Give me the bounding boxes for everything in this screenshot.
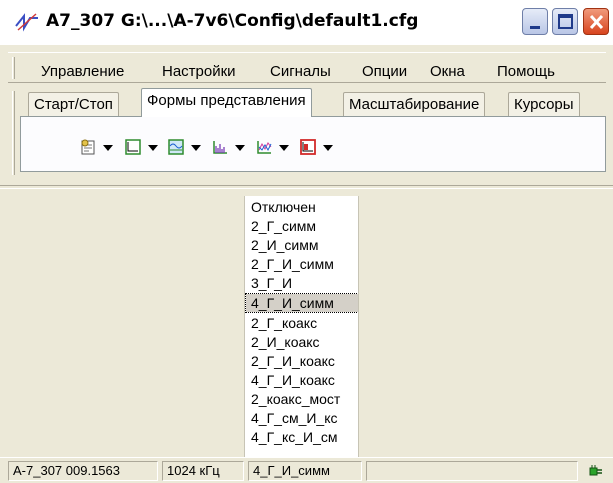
list-item[interactable]: 2_коакс_мост — [249, 390, 342, 408]
list-item[interactable]: 2_И_коакс — [249, 333, 322, 351]
toolbar-grip[interactable] — [12, 91, 15, 175]
chevron-down-icon[interactable] — [148, 145, 158, 151]
menu-signaly[interactable]: Сигналы — [270, 63, 331, 80]
list-item[interactable]: 2_Г_симм — [249, 217, 318, 235]
chevron-down-icon[interactable] — [279, 145, 289, 151]
list-item[interactable]: 4_Г_И_коакс — [249, 371, 337, 389]
list-item[interactable]: 3_Г_И — [249, 274, 294, 292]
list-item[interactable]: 2_Г_И_коакс — [249, 352, 337, 370]
list-item[interactable]: Отключен — [249, 198, 318, 216]
status-empty — [366, 461, 578, 481]
tab-formy-predstavleniya[interactable]: Формы представления — [141, 88, 312, 117]
tab-start-stop[interactable]: Старт/Стоп — [28, 92, 119, 116]
minimize-icon — [530, 26, 540, 29]
settings-page-icon — [81, 139, 95, 155]
tab-kursory[interactable]: Курсоры — [508, 92, 580, 116]
status-bar: A-7_307 009.1563 1024 кГц 4_Г_И_симм — [0, 457, 613, 483]
minimize-button[interactable] — [522, 8, 548, 35]
status-device: A-7_307 009.1563 — [8, 461, 158, 481]
menu-pomoshch[interactable]: Помощь — [497, 63, 555, 80]
toolbar-separator — [0, 185, 613, 189]
menubar-grip[interactable] — [12, 57, 15, 79]
close-button[interactable] — [583, 8, 609, 35]
chevron-down-icon[interactable] — [103, 145, 113, 151]
title-bar[interactable]: A7_307 G:\...\A-7v6\Config\default1.cfg — [0, 0, 613, 45]
connection-plug-icon — [589, 465, 602, 476]
window-title: A7_307 G:\...\A-7v6\Config\default1.cfg — [46, 11, 419, 31]
graph-window-icon — [125, 139, 141, 155]
app-logo-icon — [15, 13, 38, 32]
list-item[interactable]: 4_Г_см_И_кс — [249, 409, 339, 427]
waveform-icon — [168, 139, 184, 155]
maximize-button[interactable] — [552, 8, 578, 35]
menu-opcii[interactable]: Опции — [362, 63, 407, 80]
list-item[interactable]: 4_Г_кс_И_см — [249, 428, 339, 446]
status-mode: 4_Г_И_симм — [248, 461, 362, 481]
view-form-listbox[interactable]: Отключен 2_Г_симм 2_И_симм 2_Г_И_симм 3_… — [244, 196, 359, 457]
chevron-down-icon[interactable] — [191, 145, 201, 151]
maximize-icon — [558, 14, 573, 29]
spectrum-bars-icon — [213, 141, 227, 154]
menu-nastroiki[interactable]: Настройки — [162, 63, 236, 80]
tab-masshtabirovanie[interactable]: Масштабирование — [343, 92, 486, 116]
list-item-selected[interactable]: 4_Г_И_симм — [245, 293, 358, 313]
list-item[interactable]: 2_И_симм — [249, 236, 321, 254]
status-frequency: 1024 кГц — [162, 461, 244, 481]
menu-upravlenie[interactable]: Управление — [41, 63, 124, 80]
list-item[interactable]: 2_Г_И_симм — [249, 255, 336, 273]
multi-trace-icon — [257, 141, 272, 154]
chevron-down-icon[interactable] — [235, 145, 245, 151]
close-icon — [589, 14, 604, 30]
red-graph-icon — [300, 139, 316, 155]
menu-okna[interactable]: Окна — [430, 63, 465, 80]
chevron-down-icon[interactable] — [323, 145, 333, 151]
list-item[interactable]: 2_Г_коакс — [249, 314, 319, 332]
